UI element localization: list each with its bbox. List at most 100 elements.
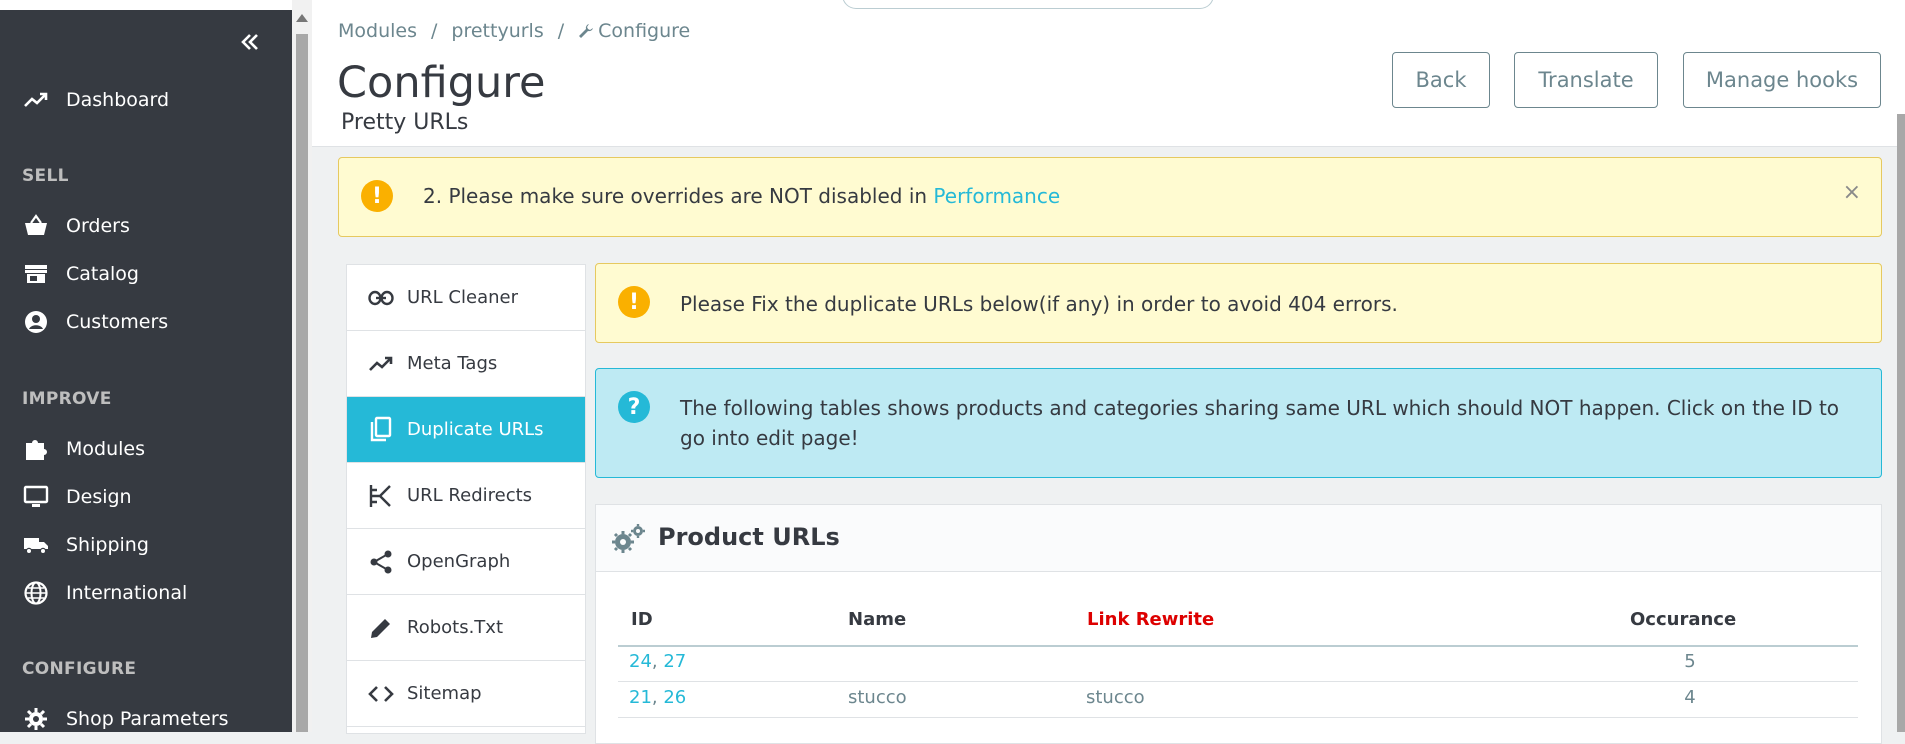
code-icon [367,680,395,708]
sidebar-item-label: Customers [66,311,169,333]
wrench-icon [578,23,594,39]
duplicate-urls-info-alert: ? The following tables shows products an… [595,368,1882,478]
sidebar-section-sell: SELL [22,166,69,186]
sidebar-item-label: Dashboard [66,89,170,111]
page-title: Configure [337,58,546,108]
tab-url-cleaner[interactable]: URL Cleaner [347,265,585,331]
breadcrumb: Modules / prettyurls / Configure [338,20,690,42]
overrides-warning-text: 2. Please make sure overrides are NOT di… [423,184,934,208]
search-bar-edge[interactable] [842,0,1214,9]
puzzle-icon [22,435,50,463]
tab-label: OpenGraph [407,551,511,572]
tab-sitemap[interactable]: Sitemap [347,661,585,727]
duplicate-urls-info-text: The following tables shows products and … [680,396,1840,450]
row-divider [618,681,1858,682]
sidebar-item-label: Shop Parameters [66,708,229,730]
sidebar-item-label: Design [66,486,132,508]
product-id-link[interactable]: 24 [629,651,652,672]
breadcrumb-prettyurls[interactable]: prettyurls [451,20,543,42]
breadcrumb-separator: / [557,20,565,42]
sidebar-item-catalog[interactable]: Catalog [22,257,139,291]
column-header-occurance[interactable]: Occurance [1630,609,1736,630]
sidebar-item-shipping[interactable]: Shipping [22,528,149,562]
call-split-icon [367,482,395,510]
copy-icon [367,416,395,444]
tab-meta-tags[interactable]: Meta Tags [347,331,585,397]
tab-url-redirects[interactable]: URL Redirects [347,463,585,529]
row-link-rewrite: stucco [1086,687,1145,708]
help-circle-icon: ? [618,391,650,423]
overrides-warning-alert: ! 2. Please make sure overrides are NOT … [338,157,1882,237]
sidebar-item-design[interactable]: Design [22,480,132,514]
pencil-icon [367,614,395,642]
gear-icon [22,705,50,733]
sidebar-scrollbar[interactable] [292,0,312,732]
sidebar-top-strip [0,0,292,10]
manage-hooks-button[interactable]: Manage hooks [1683,52,1881,108]
table-header-divider [618,645,1858,647]
sidebar-item-label: Orders [66,215,130,237]
scroll-up-arrow-icon[interactable] [296,14,308,22]
translate-button[interactable]: Translate [1514,52,1658,108]
row-divider [618,717,1858,718]
duplicate-urls-warning-alert: ! Please Fix the duplicate URLs below(if… [595,263,1882,343]
exclamation-icon: ! [618,286,650,318]
tab-label: URL Redirects [407,485,533,506]
tab-opengraph[interactable]: OpenGraph [347,529,585,595]
cogs-icon [610,523,646,555]
performance-link[interactable]: Performance [933,184,1060,208]
tab-label: Robots.Txt [407,617,504,638]
column-header-id[interactable]: ID [631,609,653,630]
sidebar-item-dashboard[interactable]: Dashboard [22,83,169,117]
product-urls-panel: Product URLs ID Name Link Rewrite Occura… [595,504,1882,744]
sidebar-item-label: Catalog [66,263,139,285]
breadcrumb-modules[interactable]: Modules [338,20,417,42]
monitor-icon [22,483,50,511]
sidebar-item-label: Shipping [66,534,149,556]
account-circle-icon [22,308,50,336]
back-button[interactable]: Back [1392,52,1490,108]
page-subtitle: Pretty URLs [341,110,469,135]
tab-duplicate-urls[interactable]: Duplicate URLs [347,397,585,463]
sidebar-item-label: Modules [66,438,145,460]
exclamation-icon: ! [361,180,393,212]
collapse-sidebar-icon[interactable] [236,28,264,56]
breadcrumb-configure: Configure [598,20,691,42]
row-occurance: 4 [1684,687,1696,708]
page-header: Modules / prettyurls / Configure Configu… [312,0,1905,147]
row-ids: 21, 26 [629,687,687,708]
product-id-link[interactable]: 27 [663,651,686,672]
breadcrumb-separator: / [431,20,438,42]
sidebar-item-shop-parameters[interactable]: Shop Parameters [22,702,229,736]
sidebar-item-international[interactable]: International [22,576,187,610]
close-alert-icon[interactable]: × [1843,180,1861,205]
store-icon [22,260,50,288]
globe-icon [22,579,50,607]
column-header-link-rewrite[interactable]: Link Rewrite [1087,609,1214,630]
tab-label: Meta Tags [407,353,498,374]
trending-up-icon [367,350,395,378]
tab-label: Duplicate URLs [407,419,544,440]
tab-label: URL Cleaner [407,287,518,308]
row-ids: 24, 27 [629,651,687,672]
panel-header: Product URLs [596,505,1881,572]
sidebar-item-label: International [66,582,188,604]
product-id-link[interactable]: 26 [663,687,686,708]
column-header-name[interactable]: Name [848,609,906,630]
content-scrollbar-thumb[interactable] [1897,114,1905,732]
sidebar-item-orders[interactable]: Orders [22,209,130,243]
share-icon [367,548,395,576]
product-id-link[interactable]: 21 [629,687,652,708]
sidebar-item-customers[interactable]: Customers [22,305,168,339]
basket-icon [22,212,50,240]
trending-up-icon [22,86,50,114]
link-icon [367,284,395,312]
scrollbar-thumb[interactable] [296,34,308,732]
sidebar-section-improve: IMPROVE [22,389,112,409]
row-occurance: 5 [1684,651,1696,672]
sidebar-section-configure: CONFIGURE [22,659,137,679]
tab-robots-txt[interactable]: Robots.Txt [347,595,585,661]
sidebar-item-modules[interactable]: Modules [22,432,145,466]
config-tab-menu: URL Cleaner Meta Tags Duplicate URLs URL… [346,264,586,734]
row-name: stucco [848,687,907,708]
